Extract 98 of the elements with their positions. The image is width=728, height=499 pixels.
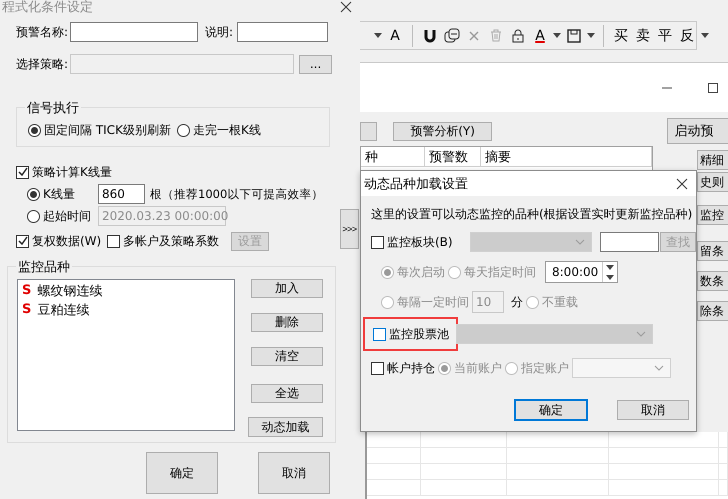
option-label: 当前账户 <box>454 360 502 376</box>
list-button[interactable]: 动态加载 <box>248 417 323 437</box>
checkbox-label: 监控板块(B) <box>387 234 453 250</box>
maximize-icon[interactable] <box>708 82 718 92</box>
option-label: 每天指定时间 <box>464 264 536 280</box>
browse-button[interactable]: ... <box>299 54 332 74</box>
radio-button[interactable] <box>381 296 394 308</box>
checkbox-label: 多帐户及策略系数 <box>123 232 220 250</box>
minimize-icon[interactable] <box>662 86 672 88</box>
option-label: 每次启动 <box>397 264 445 280</box>
column-header: 种 <box>361 147 425 167</box>
chevron-icon <box>654 365 664 371</box>
radio-button[interactable] <box>176 124 190 136</box>
chevron-icon <box>575 239 586 245</box>
field-label: 选择策略: <box>16 56 68 72</box>
input-field[interactable]: 860 <box>98 184 145 204</box>
radio-button[interactable] <box>505 362 518 374</box>
checkbox[interactable] <box>373 328 386 340</box>
option-label: 固定间隔 TICK级别刷新 <box>44 122 171 138</box>
option-label: 指定账户 <box>521 360 569 376</box>
radio-button[interactable] <box>28 124 41 136</box>
radio-button[interactable] <box>27 210 40 222</box>
type-mark: S <box>22 302 32 317</box>
column-header: 预警数 <box>425 147 481 167</box>
chevron-icon <box>636 331 646 337</box>
ok-button[interactable]: 确定 <box>146 452 218 494</box>
checkbox[interactable] <box>16 234 29 248</box>
hint-text: 根（推荐1000以下可提高效率） <box>150 186 324 202</box>
side-button[interactable]: 监控 <box>697 205 728 225</box>
input-field[interactable] <box>600 232 660 252</box>
option-label: K线量 <box>43 186 75 202</box>
time-field[interactable]: 8:00:00 <box>545 261 618 283</box>
side-button[interactable]: 数条 <box>697 271 728 291</box>
side-button[interactable]: 精细 <box>697 150 728 170</box>
start-button[interactable]: 启动预 <box>667 118 728 144</box>
toolbar-button[interactable]: A <box>384 24 406 46</box>
caret-icon <box>587 33 595 38</box>
list-item[interactable]: 豆粕连续 <box>37 300 90 318</box>
checkbox[interactable] <box>107 234 120 248</box>
analysis-button[interactable]: 预警分析(Y) <box>392 122 492 140</box>
list-item[interactable]: 螺纹钢连续 <box>37 282 102 300</box>
window-title: 程式化条件设定 <box>2 0 93 16</box>
expand-button[interactable]: >>> <box>340 209 359 249</box>
toolbar-button[interactable]: 平 <box>654 24 676 46</box>
checkbox[interactable] <box>16 166 29 178</box>
option-label: 不重载 <box>542 294 578 310</box>
down-icon <box>606 274 614 280</box>
up-icon <box>606 264 614 270</box>
list-button[interactable]: 清空 <box>251 347 323 366</box>
group-title: 信号执行 <box>25 99 81 117</box>
lock-icon[interactable] <box>512 28 524 42</box>
option-label: 走完一根K线 <box>192 122 261 138</box>
toolbar-button[interactable]: 买 <box>610 24 632 46</box>
option-label: 起始时间 <box>43 208 91 224</box>
watch-list[interactable]: S 螺纹钢连续 S 豆粕连续 <box>17 279 235 431</box>
checkbox[interactable] <box>371 236 384 248</box>
radio-button[interactable] <box>438 362 451 374</box>
close-icon[interactable] <box>676 178 688 190</box>
toolbar-button[interactable]: 卖 <box>632 24 654 46</box>
magnet-icon[interactable] <box>424 28 436 42</box>
font-color-button[interactable]: A <box>529 24 551 46</box>
column-header: 摘要 <box>481 147 652 167</box>
unit-label: 分 <box>511 294 523 310</box>
caret-icon <box>374 33 382 38</box>
side-button[interactable]: 除条 <box>697 301 728 321</box>
copy-icon[interactable] <box>444 28 460 44</box>
caret-icon <box>701 33 709 38</box>
field-label: 预警名称: <box>16 24 68 40</box>
type-mark: S <box>22 283 32 298</box>
list-button[interactable]: 删除 <box>251 313 323 332</box>
list-button[interactable]: 加入 <box>251 279 323 298</box>
ok-button[interactable]: 确定 <box>515 400 587 420</box>
input-field[interactable] <box>70 22 198 42</box>
checkbox-label: 监控股票池 <box>389 326 449 342</box>
cancel-button[interactable]: 取消 <box>617 400 689 420</box>
caret-icon <box>553 33 561 38</box>
input-field[interactable] <box>237 22 328 42</box>
input-field[interactable] <box>70 54 294 74</box>
list-button[interactable]: 全选 <box>251 384 323 403</box>
radio-button[interactable] <box>526 296 539 308</box>
group-title: 监控品种 <box>16 258 72 276</box>
option-label: 每隔一定时间 <box>397 294 469 310</box>
radio-button[interactable] <box>381 266 394 278</box>
checkbox-label: 复权数据(W) <box>32 232 102 250</box>
checkbox[interactable] <box>371 362 384 374</box>
radio-button[interactable] <box>27 188 40 200</box>
toolbar-button[interactable]: 反 <box>676 24 698 46</box>
side-button[interactable]: 留条 <box>697 241 728 261</box>
close-icon[interactable] <box>340 1 352 13</box>
field-label: 说明: <box>205 24 234 40</box>
checkbox-label: 策略计算K线量 <box>32 164 112 180</box>
description-text: 这里的设置可以动态监控的品种(根据设置实时更新监控品种) <box>371 206 692 222</box>
window-title: 动态品种加载设置 <box>364 176 468 192</box>
side-button[interactable]: 史则 <box>697 172 728 192</box>
checkbox-label: 帐户持仓 <box>387 360 435 376</box>
radio-button[interactable] <box>448 266 461 278</box>
cancel-button[interactable]: 取消 <box>258 452 330 494</box>
save-icon[interactable] <box>567 28 581 42</box>
